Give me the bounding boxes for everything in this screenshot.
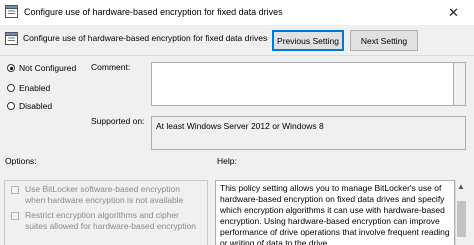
policy-icon bbox=[5, 32, 18, 45]
scroll-up-arrow-icon[interactable]: ▲ bbox=[457, 182, 465, 191]
checkbox-disabled[interactable] bbox=[11, 186, 19, 194]
option-label: Use BitLocker software-based encryption … bbox=[25, 184, 184, 205]
radio-disabled[interactable]: Disabled bbox=[7, 101, 52, 111]
comment-scrollbar[interactable] bbox=[454, 62, 466, 106]
radio-button-checked[interactable] bbox=[7, 64, 15, 72]
window-title: Configure use of hardware-based encrypti… bbox=[24, 7, 283, 17]
radio-enabled[interactable]: Enabled bbox=[7, 83, 50, 93]
radio-label: Enabled bbox=[19, 83, 51, 93]
option-label: Restrict encryption algorithms and ciphe… bbox=[25, 210, 197, 231]
help-label: Help: bbox=[217, 156, 237, 166]
option-use-software-encryption[interactable]: Use BitLocker software-based encryption … bbox=[11, 184, 201, 206]
radio-not-configured[interactable]: Not Configured bbox=[7, 63, 76, 73]
close-button[interactable]: ✕ bbox=[433, 0, 474, 25]
help-text: This policy setting allows you to manage… bbox=[215, 180, 455, 245]
previous-setting-button[interactable]: Previous Setting bbox=[272, 30, 344, 51]
comment-field[interactable] bbox=[151, 62, 454, 106]
options-label: Options: bbox=[5, 156, 37, 166]
radio-label: Not Configured bbox=[19, 63, 77, 73]
supported-on-value: At least Windows Server 2012 or Windows … bbox=[151, 116, 466, 150]
scrollbar-thumb[interactable] bbox=[457, 201, 466, 237]
radio-label: Disabled bbox=[19, 101, 53, 111]
next-setting-button[interactable]: Next Setting bbox=[350, 30, 418, 51]
policy-icon bbox=[5, 5, 18, 18]
close-icon: ✕ bbox=[448, 4, 459, 20]
radio-button[interactable] bbox=[7, 102, 15, 110]
setting-title: Configure use of hardware-based encrypti… bbox=[23, 33, 268, 43]
checkbox-disabled[interactable] bbox=[11, 212, 19, 220]
comment-label: Comment: bbox=[91, 62, 131, 72]
header-divider bbox=[0, 55, 474, 56]
supported-on-label: Supported on: bbox=[91, 116, 145, 126]
radio-button[interactable] bbox=[7, 84, 15, 92]
options-panel: Use BitLocker software-based encryption … bbox=[4, 180, 208, 245]
option-restrict-algorithms[interactable]: Restrict encryption algorithms and ciphe… bbox=[11, 210, 201, 232]
